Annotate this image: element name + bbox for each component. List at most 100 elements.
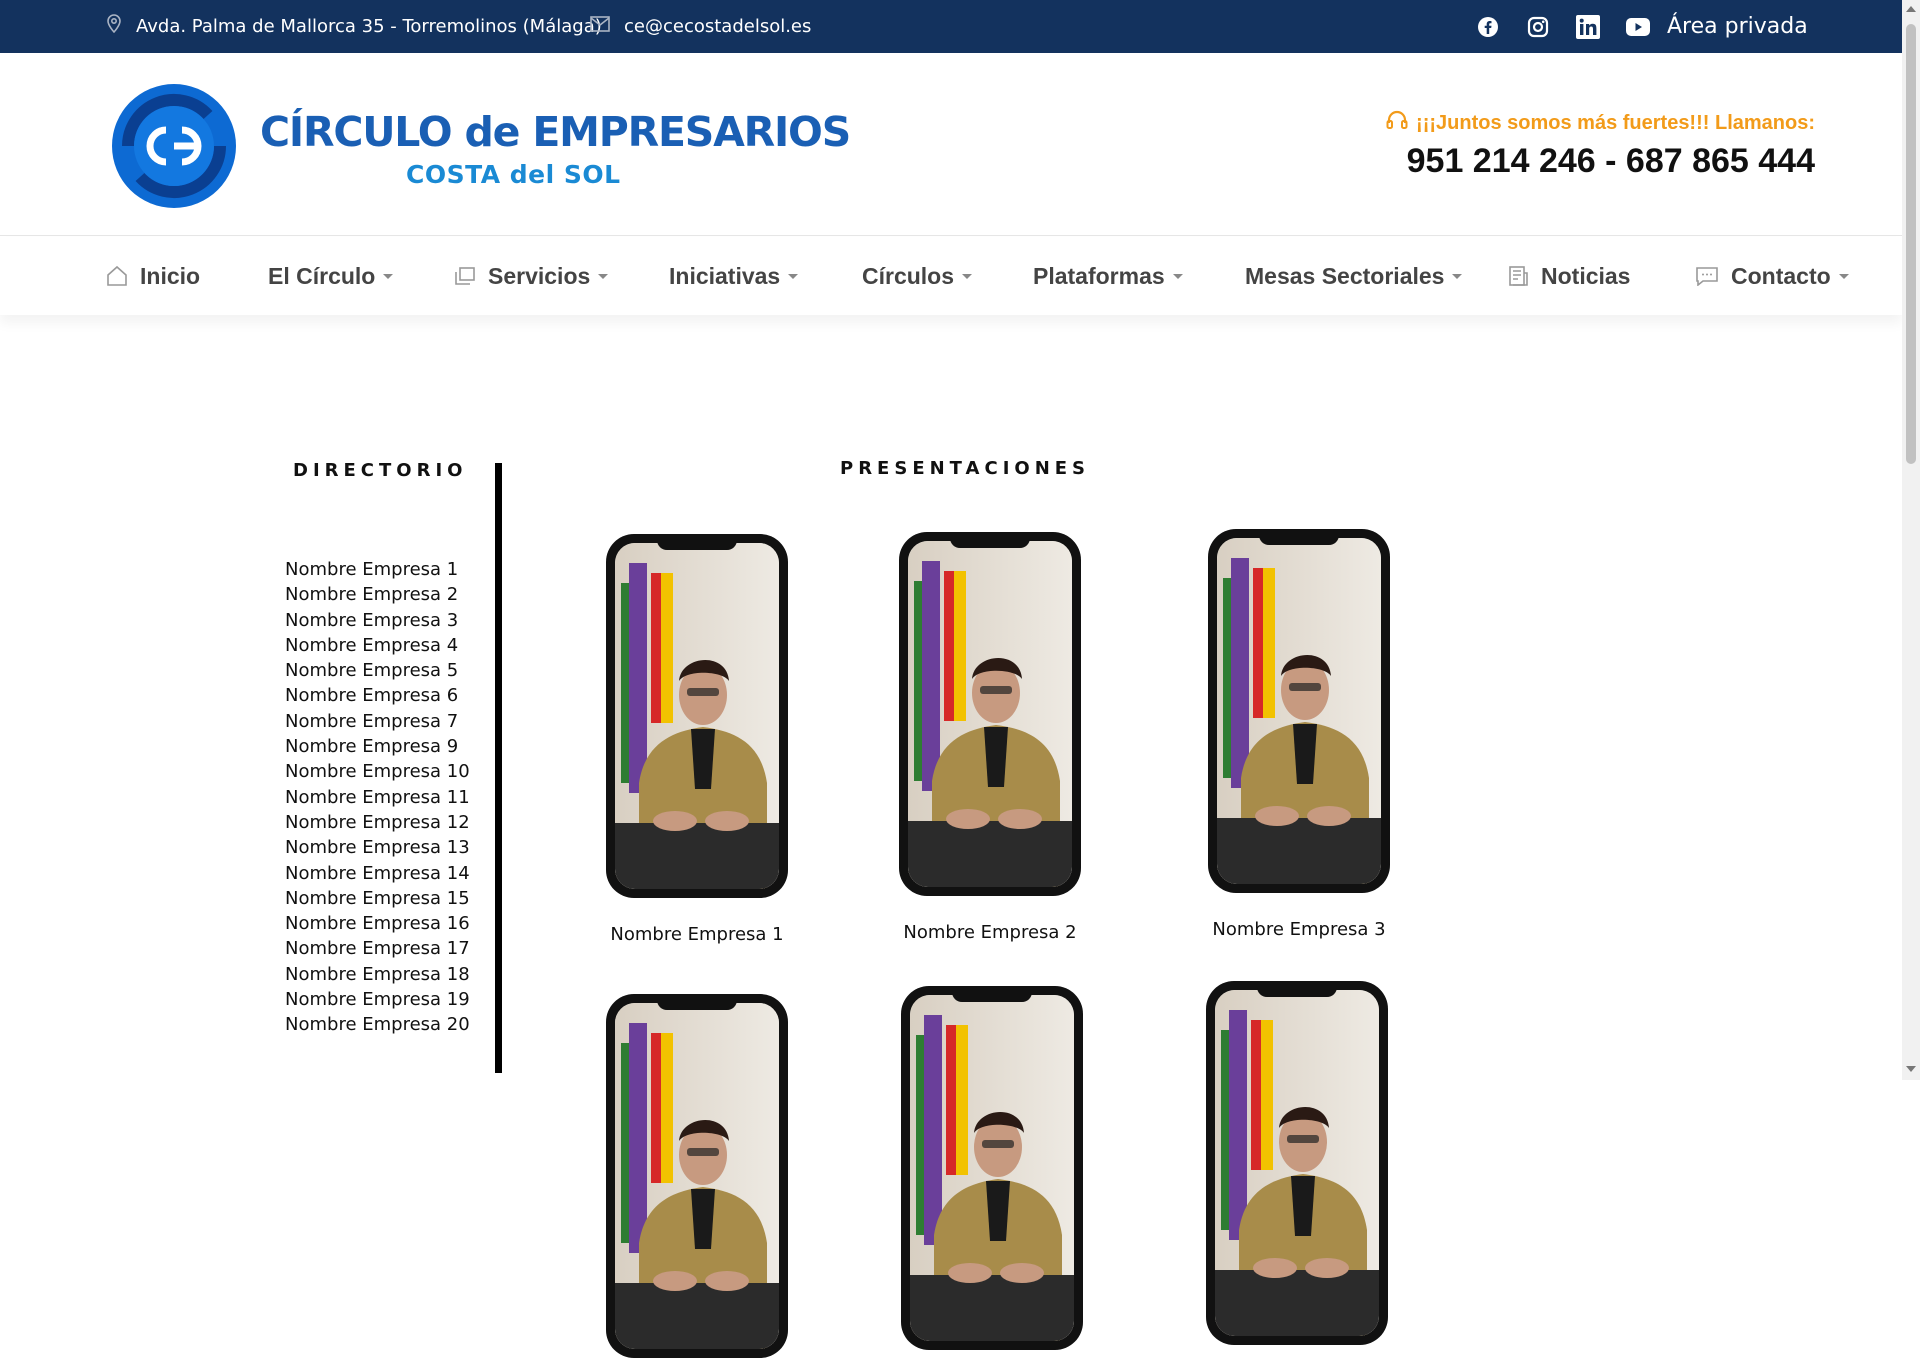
nav-item-contacto[interactable]: Contacto — [1695, 237, 1849, 315]
directory-title: DIRECTORIO — [293, 460, 468, 481]
nav-item-iniciativas[interactable]: Iniciativas — [669, 237, 799, 315]
nav-label: El Círculo — [268, 262, 376, 289]
directory-item[interactable]: Nombre Empresa 20 — [285, 1012, 470, 1037]
video-thumbnail[interactable] — [1217, 538, 1381, 884]
instagram-icon[interactable] — [1526, 15, 1550, 39]
youtube-icon[interactable] — [1626, 15, 1650, 39]
top-bar: Avda. Palma de Mallorca 35 - Torremolino… — [0, 0, 1902, 53]
chevron-down-icon — [788, 273, 799, 279]
social-links — [1476, 0, 1676, 53]
video-phone-frame[interactable] — [1208, 529, 1390, 893]
location-pin-icon — [106, 14, 122, 39]
nav-item-el-circulo[interactable]: El Círculo — [268, 237, 394, 315]
video-thumbnail[interactable] — [615, 543, 779, 889]
directory-item[interactable]: Nombre Empresa 10 — [285, 759, 470, 784]
nav-label: Contacto — [1731, 262, 1831, 289]
chevron-down-icon — [962, 273, 973, 279]
email[interactable]: ce@cecostadelsol.es — [590, 0, 811, 53]
nav-label: Inicio — [140, 262, 201, 289]
presentation-label: Nombre Empresa 2 — [903, 922, 1077, 943]
phone-notch — [657, 994, 737, 1010]
directory-item[interactable]: Nombre Empresa 14 — [285, 861, 470, 886]
scroll-down-arrow-icon[interactable] — [1906, 1066, 1916, 1072]
phone-notch — [657, 534, 737, 550]
logo-subtitle: COSTA del SOL — [406, 160, 621, 189]
nav-label: Iniciativas — [669, 262, 781, 289]
video-thumbnail[interactable] — [1215, 990, 1379, 1336]
nav-item-servicios[interactable]: Servicios — [454, 237, 609, 315]
directory-item[interactable]: Nombre Empresa 16 — [285, 911, 470, 936]
logo-title: CÍRCULO de EMPRESARIOS — [260, 108, 851, 156]
chevron-down-icon — [1838, 273, 1849, 279]
presentation-label: Nombre Empresa 1 — [610, 924, 784, 945]
video-phone-frame[interactable] — [606, 534, 788, 898]
presentations-title: PRESENTACIONES — [840, 458, 1091, 479]
address: Avda. Palma de Mallorca 35 - Torremolino… — [106, 0, 602, 53]
slogan: ¡¡¡Juntos somos más fuertes!!! Llamanos: — [1386, 110, 1815, 136]
directory-list: Nombre Empresa 1 Nombre Empresa 2 Nombre… — [285, 557, 470, 1038]
directory-item[interactable]: Nombre Empresa 1 — [285, 557, 470, 582]
video-phone-frame[interactable] — [901, 986, 1083, 1350]
linkedin-icon[interactable] — [1576, 14, 1600, 39]
directory-item[interactable]: Nombre Empresa 12 — [285, 810, 470, 835]
presentation-card[interactable]: Nombre Empresa 2 — [899, 532, 1089, 943]
chevron-down-icon — [383, 273, 394, 279]
directory-item[interactable]: Nombre Empresa 2 — [285, 582, 470, 607]
directory-item[interactable]: Nombre Empresa 19 — [285, 987, 470, 1012]
directory-item[interactable]: Nombre Empresa 15 — [285, 886, 470, 911]
chat-icon — [1695, 266, 1719, 286]
directory-item[interactable]: Nombre Empresa 9 — [285, 734, 470, 759]
nav-item-inicio[interactable]: Inicio — [106, 237, 200, 315]
nav-label: Noticias — [1541, 262, 1631, 289]
directory-item[interactable]: Nombre Empresa 18 — [285, 962, 470, 987]
phone-notch — [1259, 529, 1339, 545]
video-thumbnail[interactable] — [908, 541, 1072, 887]
headset-icon — [1386, 110, 1408, 136]
presentation-card[interactable]: Nombre Empresa 3 — [1208, 529, 1398, 940]
address-text: Avda. Palma de Mallorca 35 - Torremolino… — [136, 16, 602, 37]
private-area-link[interactable]: Área privada — [1667, 0, 1808, 53]
scroll-up-arrow-icon[interactable] — [1906, 6, 1916, 12]
nav-item-circulos[interactable]: Círculos — [862, 237, 973, 315]
directory-item[interactable]: Nombre Empresa 13 — [285, 835, 470, 860]
video-phone-frame[interactable] — [1206, 981, 1388, 1345]
nav-label: Círculos — [862, 262, 955, 289]
presentation-card[interactable] — [1206, 981, 1396, 1345]
video-phone-frame[interactable] — [899, 532, 1081, 896]
news-icon — [1507, 265, 1529, 287]
video-thumbnail[interactable] — [615, 1003, 779, 1349]
divider — [495, 463, 502, 1073]
nav-item-plataformas[interactable]: Plataformas — [1033, 237, 1183, 315]
nav-item-mesas-sectoriales[interactable]: Mesas Sectoriales — [1245, 237, 1463, 315]
chevron-down-icon — [1172, 273, 1183, 279]
directory-item[interactable]: Nombre Empresa 7 — [285, 709, 470, 734]
scrollbar-thumb[interactable] — [1906, 24, 1916, 464]
chevron-down-icon — [1452, 273, 1463, 279]
directory-item[interactable]: Nombre Empresa 4 — [285, 633, 470, 658]
logo-icon[interactable] — [108, 82, 240, 210]
video-thumbnail[interactable] — [910, 995, 1074, 1341]
directory-item[interactable]: Nombre Empresa 11 — [285, 785, 470, 810]
presentation-card[interactable] — [901, 986, 1091, 1350]
phone-notch — [952, 986, 1032, 1002]
directory-item[interactable]: Nombre Empresa 6 — [285, 683, 470, 708]
presentation-card[interactable]: Nombre Empresa 1 — [606, 534, 796, 945]
nav-label: Mesas Sectoriales — [1245, 262, 1445, 289]
nav-label: Plataformas — [1033, 262, 1165, 289]
facebook-icon[interactable] — [1476, 15, 1500, 39]
phone-notch — [950, 532, 1030, 548]
chevron-down-icon — [598, 273, 609, 279]
nav-item-noticias[interactable]: Noticias — [1507, 237, 1630, 315]
directory-item[interactable]: Nombre Empresa 5 — [285, 658, 470, 683]
services-icon — [454, 266, 476, 286]
email-link[interactable]: ce@cecostadelsol.es — [624, 16, 811, 37]
phone-notch — [1257, 981, 1337, 997]
home-icon — [106, 265, 128, 287]
directory-item[interactable]: Nombre Empresa 3 — [285, 608, 470, 633]
directory-item[interactable]: Nombre Empresa 17 — [285, 936, 470, 961]
video-phone-frame[interactable] — [606, 994, 788, 1358]
main-nav: Inicio El Círculo Servicios Iniciativas … — [0, 237, 1902, 315]
envelope-icon — [590, 16, 610, 37]
phone-numbers[interactable]: 951 214 246 - 687 865 444 — [1407, 142, 1815, 181]
presentation-card[interactable] — [606, 994, 796, 1358]
